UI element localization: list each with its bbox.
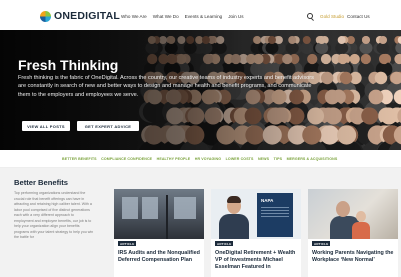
search-icon[interactable] [307, 13, 313, 19]
article-title[interactable]: OneDigital Retirement + Wealth VP of Inv… [215, 250, 299, 272]
category-description: Top performing organizations understand … [14, 191, 94, 240]
nav-events-learning[interactable]: Events & Learning [185, 14, 223, 19]
category-filters: BETTER BENEFITS COMPLIANCE CONFIDENCE HE… [62, 157, 337, 161]
hero-banner: Fresh Thinking Fresh thinking is the fab… [0, 30, 401, 150]
filter-healthy-people[interactable]: HEALTHY PEOPLE [157, 157, 191, 161]
logo-mark-icon [40, 10, 51, 22]
filter-better-benefits[interactable]: BETTER BENEFITS [62, 157, 97, 161]
logo-text: ONEDIGITAL [54, 10, 120, 22]
nav-join-us[interactable]: Join Us [228, 14, 243, 19]
article-tag: ARTICLE [312, 241, 331, 247]
filter-hr-voyaging[interactable]: HR VOYAGING [195, 157, 221, 161]
article-title[interactable]: IRS Audits and the Nonqualified Deferred… [118, 250, 202, 264]
book-brand: NAPA [261, 198, 274, 203]
article-card[interactable]: NAPA ARTICLE OneDigital Retirement + Wea… [211, 189, 301, 277]
article-thumbnail: NAPA [211, 189, 301, 239]
category-filter-bar: BETTER BENEFITS COMPLIANCE CONFIDENCE HE… [0, 150, 401, 168]
main-nav: Who We Are What We Do Events & Learning … [121, 14, 244, 19]
contact-us-link[interactable]: Contact Us [347, 14, 370, 19]
filter-mergers-acquisitions[interactable]: MERGERS & ACQUISITIONS [287, 157, 338, 161]
filter-news[interactable]: NEWS [258, 157, 269, 161]
article-thumbnail [308, 189, 398, 239]
category-title: Better Benefits [14, 178, 69, 187]
hero-description: Fresh thinking is the fabric of OneDigit… [18, 75, 314, 98]
filter-lower-costs[interactable]: LOWER COSTS [226, 157, 254, 161]
onedigital-logo[interactable]: ONEDIGITAL [40, 10, 120, 22]
nav-who-we-are[interactable]: Who We Are [121, 14, 147, 19]
category-intro: Better Benefits Top performing organizat… [14, 178, 94, 241]
article-card[interactable]: ARTICLE Working Parents Navigating the W… [308, 189, 398, 277]
view-all-posts-button[interactable]: VIEW ALL POSTS [22, 121, 70, 131]
article-tag: ARTICLE [215, 241, 234, 247]
get-expert-advice-button[interactable]: GET EXPERT ADVICE [77, 121, 139, 131]
site-header: ONEDIGITAL Who We Are What We Do Events … [0, 0, 401, 30]
article-tag: ARTICLE [118, 241, 137, 247]
article-thumbnail [114, 189, 204, 239]
hero-title: Fresh Thinking [18, 57, 119, 73]
filter-compliance-confidence[interactable]: COMPLIANCE CONFIDENCE [101, 157, 152, 161]
gold-studio-link[interactable]: Gold Studio [320, 14, 344, 19]
filter-tips[interactable]: TIPS [274, 157, 282, 161]
article-card[interactable]: ARTICLE IRS Audits and the Nonqualified … [114, 189, 204, 277]
nav-what-we-do[interactable]: What We Do [153, 14, 179, 19]
content-section: Better Benefits Top performing organizat… [0, 168, 401, 277]
article-title[interactable]: Working Parents Navigating the Workplace… [312, 250, 396, 264]
